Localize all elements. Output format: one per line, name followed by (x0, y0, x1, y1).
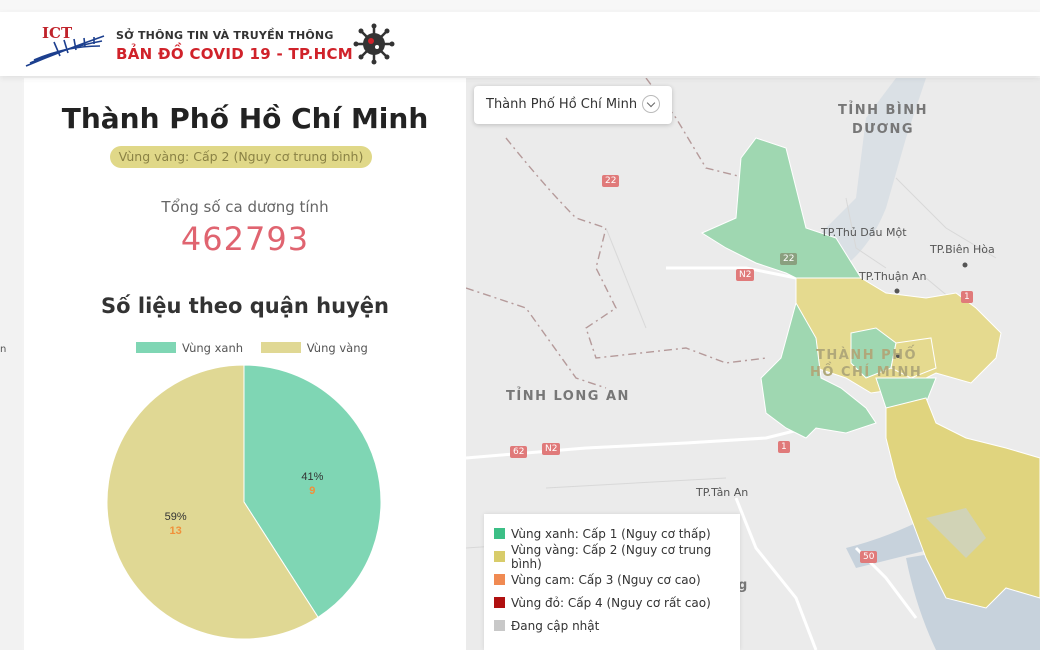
legend-swatch-red (494, 597, 505, 608)
label-hcmc-2: HỒ CHÍ MINH (810, 365, 923, 380)
map-legend-label: Vùng cam: Cấp 3 (Nguy cơ cao) (511, 572, 701, 587)
site-header: ICT SỞ THÔNG TIN VÀ TRUYỀN THÔNG BẢN ĐỒ … (0, 12, 1040, 76)
city-title: Thành Phố Hồ Chí Minh (61, 102, 429, 135)
pie-legend: Vùng xanh Vùng vàng (136, 341, 382, 355)
left-edge-text: n (0, 344, 7, 355)
label-thu-dau-mot: TP.Thủ Dầu Một (821, 226, 907, 239)
pie-legend-item-green[interactable]: Vùng xanh (136, 341, 243, 355)
map-legend-label: Vùng vàng: Cấp 2 (Nguy cơ trung bình) (511, 542, 712, 571)
total-cases-label: Tổng số ca dương tính (161, 198, 329, 216)
summary-panel: Thành Phố Hồ Chí Minh Vùng vàng: Cấp 2 (… (24, 78, 466, 650)
pie-legend-label: Vùng vàng (306, 341, 368, 355)
left-edge-panel: n (0, 76, 22, 650)
legend-swatch-green (494, 528, 505, 539)
road-marker: N2 (736, 269, 755, 281)
road-marker: 1 (961, 291, 973, 303)
svg-text:ICT: ICT (42, 24, 73, 42)
chevron-down-icon[interactable] (642, 95, 660, 113)
ict-logo[interactable]: ICT (24, 22, 106, 70)
road-marker: 62 (510, 446, 528, 458)
label-hcmc: THÀNH PHỐ (816, 348, 918, 363)
label-binh-duong: TỈNH BÌNH (838, 103, 928, 118)
pie-percent-label: 59% (165, 511, 187, 523)
legend-swatch-yellow (260, 342, 301, 353)
map-legend-label: Đang cập nhật (511, 618, 600, 633)
area-select-value: Thành Phố Hồ Chí Minh (486, 97, 638, 112)
total-cases-value: 462793 (180, 220, 310, 258)
road-marker: 50 (860, 551, 878, 563)
road-marker: 22 (602, 175, 620, 187)
map-legend-label: Vùng đỏ: Cấp 4 (Nguy cơ rất cao) (511, 595, 711, 610)
label-thuan-an: TP.Thuận An (859, 270, 927, 283)
legend-swatch-grey (494, 620, 505, 631)
map-view[interactable]: TỈNH BÌNH DƯƠNG TỈNH LONG AN THÀNH PHỐ H… (466, 78, 1040, 650)
site-title: BẢN ĐỒ COVID 19 - TP.HCM (116, 45, 353, 63)
legend-swatch-yellow (494, 551, 505, 562)
legend-swatch-orange (494, 574, 505, 585)
label-long-an: TỈNH LONG AN (506, 389, 630, 404)
pie-percent-label: 41% (301, 471, 323, 483)
map-legend: Vùng xanh: Cấp 1 (Nguy cơ thấp) Vùng vàn… (484, 514, 740, 650)
map-legend-item: Vùng vàng: Cấp 2 (Nguy cơ trung bình) (494, 542, 730, 571)
pie-count-label: 13 (170, 525, 182, 537)
pie-legend-label: Vùng xanh (182, 341, 244, 355)
road-marker: N2 (542, 443, 561, 455)
map-legend-item: Vùng cam: Cấp 3 (Nguy cơ cao) (494, 568, 730, 591)
district-stats-title: Số liệu theo quận huyện (101, 294, 389, 318)
district-pie-chart: 41% 9 59% 13 (106, 364, 382, 640)
label-binh-duong-2: DƯƠNG (852, 122, 915, 137)
pie-legend-item-yellow[interactable]: Vùng vàng (260, 341, 368, 355)
zone-badge: Vùng vàng: Cấp 2 (Nguy cơ trung bình) (110, 146, 372, 168)
pie-count-label: 9 (309, 485, 315, 497)
virus-icon (352, 22, 396, 66)
map-legend-item: Đang cập nhật (494, 614, 730, 637)
map-legend-label: Vùng xanh: Cấp 1 (Nguy cơ thấp) (511, 526, 711, 541)
road-marker: 1 (778, 441, 790, 453)
label-tan-an: TP.Tân An (696, 486, 749, 499)
road-marker: 22 (780, 253, 798, 265)
department-name: SỞ THÔNG TIN VÀ TRUYỀN THÔNG (116, 29, 334, 42)
map-legend-item: Vùng đỏ: Cấp 4 (Nguy cơ rất cao) (494, 591, 730, 614)
legend-swatch-green (136, 342, 176, 353)
area-select-dropdown[interactable]: Thành Phố Hồ Chí Minh (474, 86, 672, 124)
label-bien-hoa: TP.Biên Hòa (930, 243, 995, 256)
